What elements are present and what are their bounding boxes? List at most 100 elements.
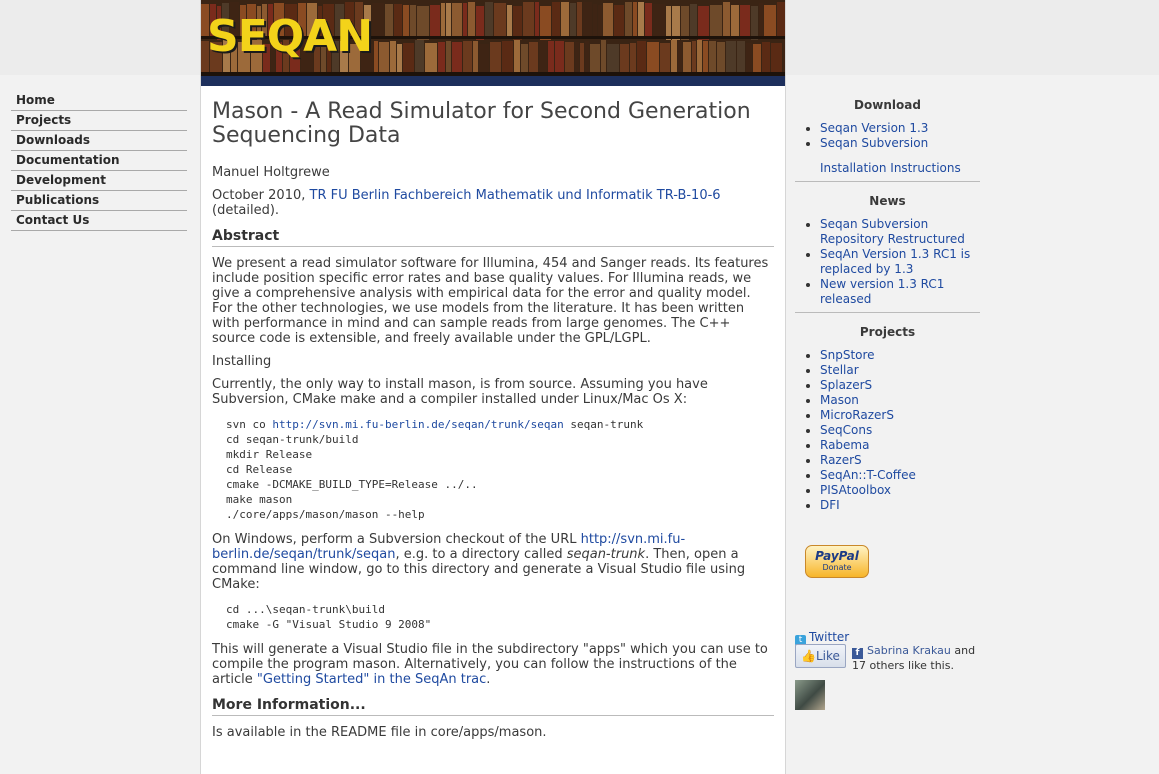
facebook-friend-name[interactable]: Sabrina Krakau <box>867 644 951 657</box>
project-item[interactable]: Stellar <box>806 363 980 378</box>
book-spine <box>692 41 696 73</box>
nav-item-projects[interactable]: Projects <box>11 112 187 131</box>
book-spine <box>633 2 637 36</box>
book-spine <box>446 3 451 37</box>
book-spine <box>379 42 389 74</box>
project-item[interactable]: DFI <box>806 498 980 513</box>
book-spine <box>476 6 484 40</box>
project-item[interactable]: SplazerS <box>806 378 980 393</box>
tech-report-link[interactable]: TR FU Berlin Fachbereich Mathematik und … <box>310 188 721 203</box>
project-item[interactable]: RazerS <box>806 453 980 468</box>
avatar[interactable] <box>795 680 825 710</box>
book-spine <box>580 43 584 75</box>
project-item[interactable]: SnpStore <box>806 348 980 363</box>
project-item[interactable]: PISAtoolbox <box>806 483 980 498</box>
book-spine <box>753 44 761 76</box>
getting-started-link[interactable]: "Getting Started" in the SeqAn trac <box>257 672 486 687</box>
like-label: Like <box>816 649 840 663</box>
news-heading: News <box>869 194 906 208</box>
book-spine <box>390 41 396 73</box>
book-spine <box>726 41 736 73</box>
main-article: Mason - A Read Simulator for Second Gene… <box>212 100 774 748</box>
project-item[interactable]: Rabema <box>806 438 980 453</box>
book-spine <box>577 2 582 36</box>
nav-item-contact-us[interactable]: Contact Us <box>11 212 187 231</box>
svn-url-link[interactable]: http://svn.mi.fu-berlin.de/seqan/trunk/s… <box>272 418 563 431</box>
book-spine <box>438 42 445 74</box>
book-spine <box>385 4 393 38</box>
news-item[interactable]: Seqan Subversion Repository Restructured <box>806 217 980 247</box>
windows-mid: , e.g. to a directory called <box>395 547 567 562</box>
book-spine <box>697 40 702 72</box>
apps-suffix: . <box>486 672 491 687</box>
book-spine <box>771 43 782 75</box>
book-spine <box>397 44 402 76</box>
book-spine <box>372 3 384 37</box>
book-spine <box>709 41 716 73</box>
project-item[interactable]: MicroRazerS <box>806 408 980 423</box>
news-item[interactable]: SeqAn Version 1.3 RC1 is replaced by 1.3 <box>806 247 980 277</box>
paypal-donate-button[interactable]: PayPal Donate <box>805 545 869 578</box>
windows-install-code: cd ...\seqan-trunk\build cmake -G "Visua… <box>226 602 774 632</box>
book-spine <box>737 41 745 73</box>
facebook-like-button[interactable]: 👍Like <box>795 644 846 668</box>
book-spine <box>430 5 440 39</box>
installing-text: Currently, the only way to install mason… <box>212 377 708 407</box>
installation-instructions-link[interactable]: Installation Instructions <box>795 161 980 176</box>
book-spine <box>777 2 785 36</box>
book-spine <box>452 42 462 74</box>
book-spine <box>374 41 378 73</box>
book-spine <box>603 3 613 37</box>
book-spine <box>585 41 589 73</box>
book-spine <box>746 43 752 75</box>
book-spine <box>403 43 414 75</box>
nav-item-development[interactable]: Development <box>11 172 187 191</box>
book-spine <box>703 41 708 73</box>
project-item[interactable]: SeqAn::T-Coffee <box>806 468 980 483</box>
book-spine <box>540 6 551 40</box>
book-spine <box>653 4 665 38</box>
book-spine <box>535 2 539 36</box>
abstract-heading: Abstract <box>212 229 774 247</box>
book-spine <box>671 40 677 72</box>
book-spine <box>552 2 560 36</box>
nav-item-downloads[interactable]: Downloads <box>11 132 187 151</box>
fb-and: and <box>950 644 976 657</box>
code-line: cmake -G "Visual Studio 9 2008" <box>226 618 432 631</box>
book-spine <box>479 44 489 76</box>
project-item[interactable]: SeqCons <box>806 423 980 438</box>
book-spine <box>764 5 776 39</box>
facebook-like-summary: f Sabrina Krakau and 17 others like this. <box>852 644 980 673</box>
book-spine <box>425 43 437 75</box>
nav-item-home[interactable]: Home <box>11 92 187 111</box>
book-spine <box>660 43 670 75</box>
book-spine <box>485 2 493 36</box>
book-spine <box>762 42 770 74</box>
project-item[interactable]: Mason <box>806 393 980 408</box>
projects-list: SnpStore Stellar SplazerS Mason MicroRaz… <box>795 348 980 513</box>
download-item[interactable]: Seqan Subversion <box>806 136 980 151</box>
publication-info: October 2010, TR FU Berlin Fachbereich M… <box>212 188 774 218</box>
book-spine <box>593 4 597 38</box>
download-item[interactable]: Seqan Version 1.3 <box>806 121 980 136</box>
download-list: Seqan Version 1.3 Seqan Subversion <box>795 121 980 151</box>
seqan-logo[interactable]: SEQAN <box>207 9 373 65</box>
book-spine <box>514 40 520 72</box>
book-spine <box>513 6 522 40</box>
nav-item-publications[interactable]: Publications <box>11 192 187 211</box>
code-line: cd ...\seqan-trunk\build <box>226 603 385 616</box>
more-info-text: Is available in the README file in core/… <box>212 725 547 740</box>
book-spine <box>565 42 574 74</box>
left-navigation: Home Projects Downloads Documentation De… <box>11 92 187 232</box>
book-spine <box>494 3 506 37</box>
twitter-label: Twitter <box>809 630 850 644</box>
author: Manuel Holtgrewe <box>212 165 330 180</box>
divider <box>795 181 980 182</box>
book-spine <box>410 5 416 39</box>
nav-item-documentation[interactable]: Documentation <box>11 152 187 171</box>
news-item[interactable]: New version 1.3 RC1 released <box>806 277 980 307</box>
paypal-logo: PayPal <box>815 549 859 563</box>
projects-heading: Projects <box>859 325 916 339</box>
book-spine <box>740 5 750 39</box>
book-spine <box>681 6 689 40</box>
